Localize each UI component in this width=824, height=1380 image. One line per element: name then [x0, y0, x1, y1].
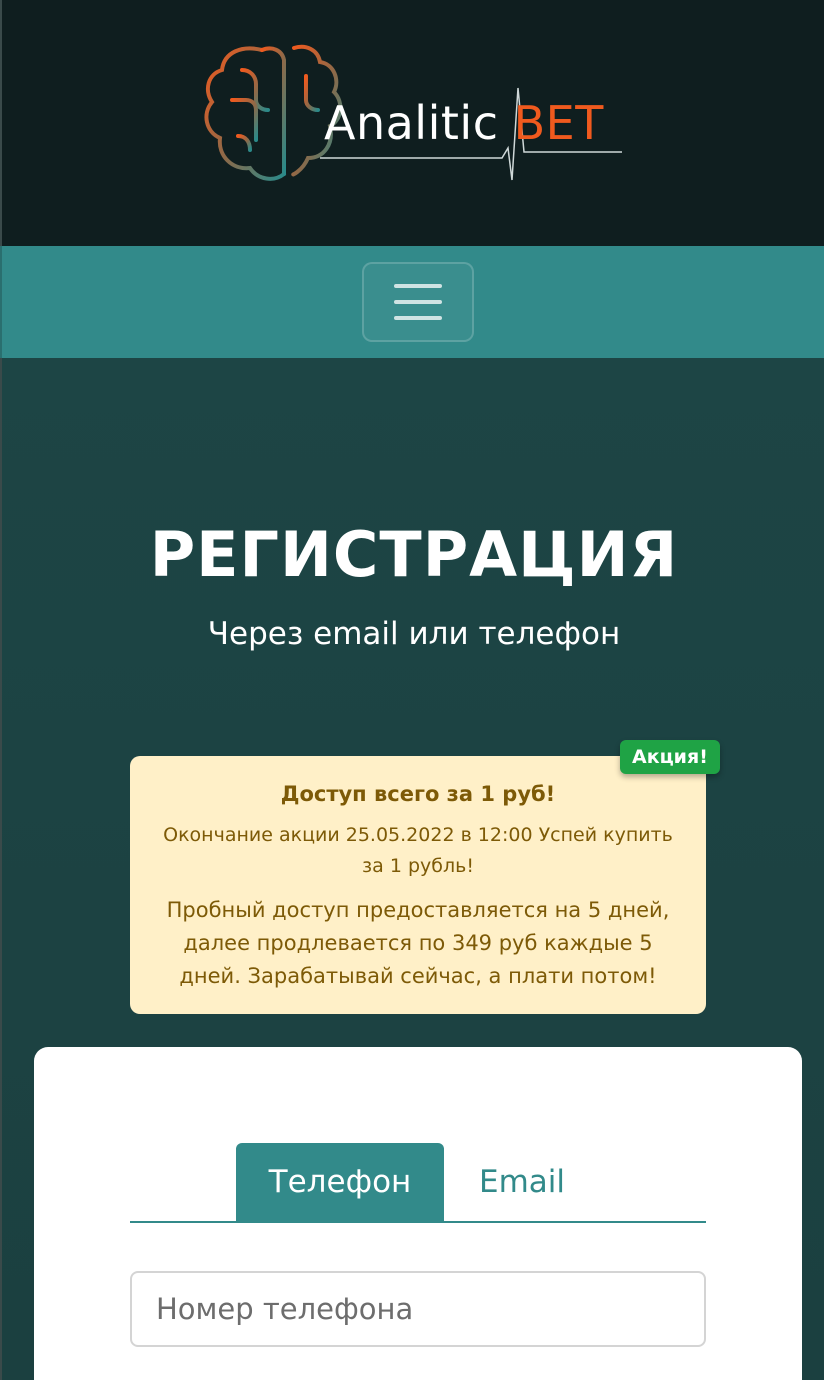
registration-form-card: Телефон Email — [34, 1047, 802, 1380]
page-subtitle: Через email или телефон — [207, 616, 621, 652]
phone-number-input[interactable] — [130, 1271, 706, 1347]
promo-title: Доступ всего за 1 руб! — [280, 782, 556, 806]
hamburger-menu-icon-line — [394, 300, 442, 304]
promo-alert: Акция! Доступ всего за 1 руб! Окончание … — [130, 740, 720, 1014]
tab-phone[interactable]: Телефон — [236, 1143, 444, 1221]
navbar — [0, 246, 824, 358]
page-title: РЕГИСТРАЦИЯ — [149, 518, 679, 591]
logo-text-accent: BET — [513, 96, 604, 150]
hamburger-menu-icon-line — [394, 316, 442, 320]
hamburger-menu-icon-line — [394, 284, 442, 288]
promo-deadline-text: Окончание акции 25.05.2022 в 12:00 Успей… — [163, 824, 673, 877]
logo-text-main: Analitic — [324, 96, 499, 150]
hamburger-menu-button[interactable] — [362, 262, 474, 342]
promo-trial-text: Пробный доступ предоставляется на 5 дней… — [166, 898, 670, 988]
registration-section: РЕГИСТРАЦИЯ Через email или телефон Акци… — [0, 358, 824, 1380]
tab-email[interactable]: Email — [444, 1143, 600, 1221]
site-logo[interactable]: Analitic BET — [202, 40, 632, 190]
promo-badge: Акция! — [620, 740, 720, 774]
site-header: Analitic BET — [0, 0, 824, 246]
registration-tabs: Телефон Email — [130, 1143, 706, 1223]
logo-text: Analitic BET — [324, 96, 604, 150]
